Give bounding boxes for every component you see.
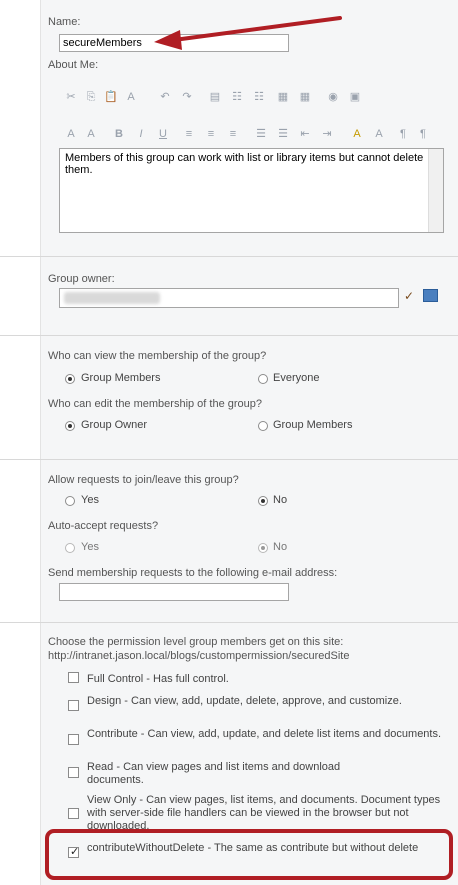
underline-icon[interactable]: U [156,127,170,141]
requests-no-label: No [273,494,288,506]
site-url: http://intranet.jason.local/blogs/custom… [48,650,350,662]
align-right-icon[interactable]: ≡ [226,127,240,141]
contribute-checkbox[interactable] [68,734,79,745]
requests-no-radio[interactable] [258,496,268,506]
split-cells-icon[interactable]: ▦ [298,90,312,104]
check-names-icon[interactable]: ✓ [404,289,414,303]
group-settings-page: Name: About Me: ✂ ⎘ 📋 A ↶ ↷ ▤ ☷ ☷ ▦ ▦ ◉ … [0,0,458,885]
merge-cells-icon[interactable]: ▦ [276,90,290,104]
about-label: About Me: [48,59,99,71]
increase-indent-icon[interactable]: ⇥ [320,127,334,141]
section-divider [0,459,458,460]
rich-text-toolbar-row1: ✂ ⎘ 📋 A ↶ ↷ ▤ ☷ ☷ ▦ ▦ ◉ ▣ [60,90,444,118]
rtl-icon[interactable]: ¶ [416,127,430,141]
format-painter-icon[interactable]: A [124,90,138,104]
view-everyone-radio[interactable] [258,374,268,384]
view-membership-label: Who can view the membership of the group… [48,350,267,362]
name-label: Name: [48,16,81,28]
view-only-checkbox[interactable] [68,808,79,819]
table-icon[interactable]: ▤ [208,90,222,104]
read-label: Read - Can view pages and list items and… [87,761,341,786]
permissions-intro: Choose the permission level group member… [48,636,344,648]
background-color-icon[interactable]: A [372,127,386,141]
text-color-icon[interactable]: A [350,127,364,141]
insert-row-icon[interactable]: ☷ [252,90,266,104]
section-divider [0,256,458,257]
align-center-icon[interactable]: ≡ [204,127,218,141]
requests-yes-radio[interactable] [65,496,75,506]
requests-yes-label: Yes [81,494,99,506]
edit-group-members-radio[interactable] [258,421,268,431]
browse-address-book-icon[interactable] [423,289,438,302]
auto-accept-label: Auto-accept requests? [48,520,159,532]
bold-icon[interactable]: B [112,127,126,141]
contribute-label: Contribute - Can view, add, update, and … [87,728,442,740]
font-icon[interactable]: A [64,127,78,141]
undo-icon[interactable]: ↶ [158,90,172,104]
full-control-checkbox[interactable] [68,672,79,683]
auto-accept-yes-radio[interactable] [65,543,75,553]
email-label: Send membership requests to the followin… [48,567,338,579]
view-everyone-label: Everyone [273,372,320,384]
view-group-members-radio[interactable] [65,374,75,384]
auto-accept-no-radio[interactable] [258,543,268,553]
edit-membership-label: Who can edit the membership of the group… [48,398,263,410]
picture-icon[interactable]: ▣ [348,90,362,104]
numbered-list-icon[interactable]: ☰ [254,127,268,141]
blurred-owner-name [64,292,160,304]
insert-column-icon[interactable]: ☷ [230,90,244,104]
italic-icon[interactable]: I [134,127,148,141]
font-size-icon[interactable]: A [84,127,98,141]
group-owner-label: Group owner: [48,273,115,285]
request-email-field[interactable] [59,583,289,601]
ltr-icon[interactable]: ¶ [396,127,410,141]
align-left-icon[interactable]: ≡ [182,127,196,141]
view-group-members-label: Group Members [81,372,161,384]
section-divider [0,622,458,623]
hyperlink-icon[interactable]: ◉ [326,90,340,104]
section-label-column [0,0,40,885]
annotation-highlight-box [45,829,453,880]
copy-icon[interactable]: ⎘ [84,90,98,104]
decrease-indent-icon[interactable]: ⇤ [298,127,312,141]
edit-group-owner-label: Group Owner [81,419,148,431]
redo-icon[interactable]: ↷ [180,90,194,104]
read-checkbox[interactable] [68,767,79,778]
auto-accept-no-label: No [273,541,288,553]
cut-icon[interactable]: ✂ [64,90,78,104]
design-checkbox[interactable] [68,700,79,711]
design-label: Design - Can view, add, update, delete, … [87,695,402,707]
allow-requests-label: Allow requests to join/leave this group? [48,474,239,486]
section-divider [0,335,458,336]
about-me-textarea[interactable] [59,148,444,233]
textarea-scrollbar[interactable] [428,149,443,232]
bullet-list-icon[interactable]: ☰ [276,127,290,141]
edit-group-owner-radio[interactable] [65,421,75,431]
edit-group-members-label: Group Members [273,419,353,431]
view-only-label: View Only - Can view pages, list items, … [87,794,441,832]
auto-accept-yes-label: Yes [81,541,99,553]
annotation-arrow [154,16,342,50]
paste-icon[interactable]: 📋 [104,90,118,104]
full-control-label: Full Control - Has full control. [87,673,229,685]
